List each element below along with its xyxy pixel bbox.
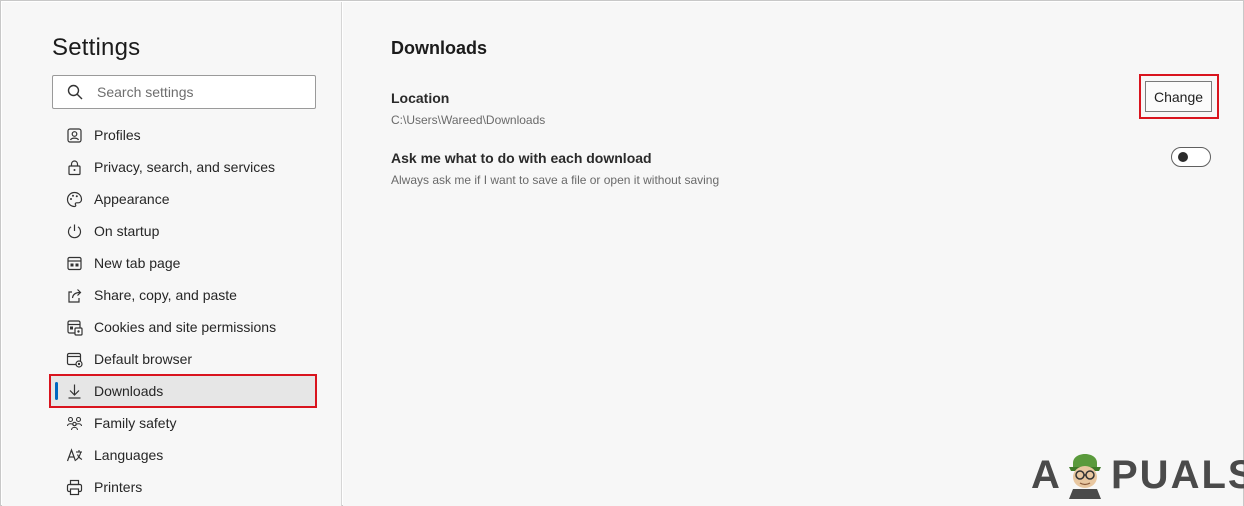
browser-icon bbox=[66, 351, 83, 368]
family-icon bbox=[66, 415, 83, 432]
sidebar-item-downloads[interactable]: Downloads bbox=[49, 374, 317, 408]
change-location-button[interactable]: Change bbox=[1145, 81, 1212, 112]
sidebar-item-label: New tab page bbox=[94, 255, 181, 271]
sidebar: Settings Profiles Privacy bbox=[2, 2, 342, 506]
sidebar-item-cookies[interactable]: Cookies and site permissions bbox=[50, 311, 316, 343]
sidebar-item-label: Cookies and site permissions bbox=[94, 319, 277, 335]
cookies-icon bbox=[66, 319, 83, 336]
new-tab-icon bbox=[66, 255, 83, 272]
watermark-text-right: PUALS bbox=[1111, 453, 1244, 497]
sidebar-item-profiles[interactable]: Profiles bbox=[50, 119, 316, 151]
lock-icon bbox=[66, 159, 83, 176]
main-content: Downloads Location C:\Users\Wareed\Downl… bbox=[343, 2, 1243, 506]
languages-icon bbox=[66, 447, 83, 464]
ask-download-toggle[interactable] bbox=[1171, 147, 1211, 167]
search-box[interactable] bbox=[52, 75, 316, 109]
palette-icon bbox=[66, 191, 83, 208]
sidebar-item-label: Family safety bbox=[94, 415, 177, 431]
sidebar-item-share-copy-paste[interactable]: Share, copy, and paste bbox=[50, 279, 316, 311]
sidebar-item-on-startup[interactable]: On startup bbox=[50, 215, 316, 247]
sidebar-title: Settings bbox=[52, 34, 141, 61]
sidebar-item-label: On startup bbox=[94, 223, 160, 239]
power-icon bbox=[66, 223, 83, 240]
search-icon bbox=[67, 84, 83, 100]
sidebar-item-label: Downloads bbox=[94, 383, 164, 399]
watermark-text-left: A bbox=[1031, 453, 1062, 497]
sidebar-item-label: Privacy, search, and services bbox=[94, 159, 276, 175]
sidebar-item-default-browser[interactable]: Default browser bbox=[50, 343, 316, 375]
sidebar-item-label: Printers bbox=[94, 479, 143, 495]
appuals-watermark: A PUALS bbox=[1031, 441, 1244, 501]
printer-icon bbox=[66, 479, 83, 496]
sidebar-item-label: Default browser bbox=[94, 351, 193, 367]
sidebar-item-family-safety[interactable]: Family safety bbox=[50, 407, 316, 439]
download-icon bbox=[66, 383, 83, 400]
ask-download-label: Ask me what to do with each download bbox=[391, 150, 652, 166]
share-icon bbox=[66, 287, 83, 304]
page-title: Downloads bbox=[391, 38, 488, 58]
location-label: Location bbox=[391, 90, 450, 106]
sidebar-item-languages[interactable]: Languages bbox=[50, 439, 316, 471]
ask-download-description: Always ask me if I want to save a file o… bbox=[391, 173, 720, 187]
watermark-mascot-icon bbox=[1063, 443, 1107, 499]
sidebar-item-new-tab-page[interactable]: New tab page bbox=[50, 247, 316, 279]
sidebar-item-privacy[interactable]: Privacy, search, and services bbox=[50, 151, 316, 183]
sidebar-item-appearance[interactable]: Appearance bbox=[50, 183, 316, 215]
location-path: C:\Users\Wareed\Downloads bbox=[391, 113, 546, 127]
sidebar-item-label: Languages bbox=[94, 447, 164, 463]
sidebar-item-label: Profiles bbox=[94, 127, 141, 143]
sidebar-nav: Profiles Privacy, search, and services A… bbox=[49, 119, 317, 503]
sidebar-item-printers[interactable]: Printers bbox=[50, 471, 316, 503]
settings-window: Settings Profiles Privacy bbox=[0, 0, 1244, 506]
sidebar-item-label: Share, copy, and paste bbox=[94, 287, 237, 303]
sidebar-item-label: Appearance bbox=[94, 191, 170, 207]
toggle-knob bbox=[1178, 152, 1188, 162]
profile-icon bbox=[66, 127, 83, 144]
search-input[interactable] bbox=[97, 76, 309, 108]
